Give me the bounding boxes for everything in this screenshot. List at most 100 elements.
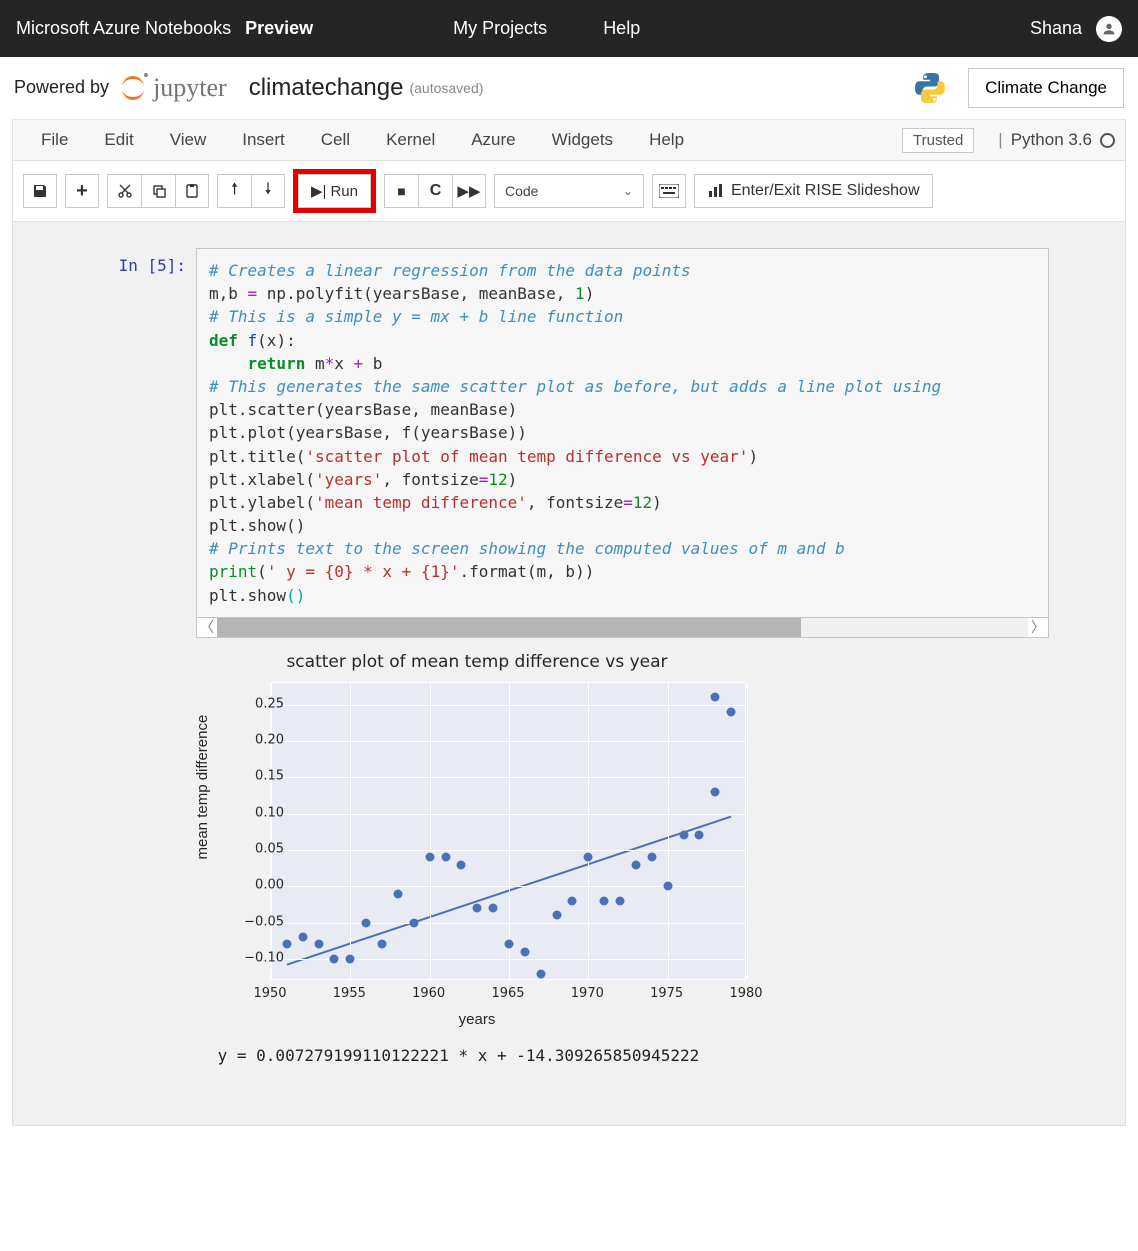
autosaved-label: (autosaved): [409, 80, 483, 96]
rise-slideshow-button[interactable]: Enter/Exit RISE Slideshow: [694, 174, 933, 208]
data-point: [505, 940, 514, 949]
run-button-highlight: ▶| Run: [293, 169, 376, 213]
xtick-label: 1950: [253, 986, 286, 1001]
menu-view[interactable]: View: [152, 130, 225, 150]
xtick-label: 1960: [412, 986, 445, 1001]
scroll-left-icon[interactable]: 〈: [197, 617, 217, 637]
cell-prompt: In [5]:: [101, 248, 196, 638]
code-hscrollbar[interactable]: 〈 〉: [196, 618, 1049, 638]
data-point: [314, 940, 323, 949]
user-area[interactable]: Shana: [1030, 16, 1122, 42]
chart-title: scatter plot of mean temp difference vs …: [196, 652, 758, 672]
data-point: [282, 940, 291, 949]
jupyter-text: jupyter: [153, 73, 227, 103]
data-point: [600, 896, 609, 905]
xtick-label: 1955: [333, 986, 366, 1001]
kernel-select-button[interactable]: Climate Change: [968, 68, 1124, 108]
rise-label: Enter/Exit RISE Slideshow: [731, 182, 920, 200]
data-point: [346, 955, 355, 964]
data-point: [520, 947, 529, 956]
scroll-right-icon[interactable]: 〉: [1028, 617, 1048, 637]
data-point: [473, 904, 482, 913]
trusted-badge[interactable]: Trusted: [902, 128, 974, 153]
data-point: [616, 896, 625, 905]
kernel-name-label: Python 3.6: [1011, 130, 1092, 150]
preview-label: Preview: [245, 18, 313, 39]
plot-area: [270, 682, 746, 980]
chart-xlabel: years: [196, 1011, 758, 1028]
ytick-label: 0.20: [255, 732, 284, 747]
restart-button[interactable]: C: [418, 174, 452, 208]
paste-button[interactable]: [175, 174, 209, 208]
azure-nav: My Projects Help: [453, 18, 640, 39]
menu-insert[interactable]: Insert: [224, 130, 303, 150]
toolbar: + 🠕 🠗 ▶| Run ■ C ▶▶ Code ⌄ Enter/Exit RI…: [12, 161, 1126, 222]
cell-type-select[interactable]: Code ⌄: [494, 174, 644, 208]
interrupt-button[interactable]: ■: [384, 174, 418, 208]
command-palette-button[interactable]: [652, 174, 686, 208]
notebook-name[interactable]: climatechange: [249, 74, 404, 102]
ytick-label: −0.10: [244, 951, 284, 966]
notebook-area: In [5]: # Creates a linear regression fr…: [12, 222, 1126, 1126]
cut-button[interactable]: [107, 174, 141, 208]
menu-edit[interactable]: Edit: [86, 130, 151, 150]
data-point: [362, 918, 371, 927]
data-point: [552, 911, 561, 920]
xtick-label: 1965: [491, 986, 524, 1001]
save-button[interactable]: [23, 174, 57, 208]
data-point: [441, 853, 450, 862]
data-point: [330, 955, 339, 964]
data-point: [409, 918, 418, 927]
code-cell[interactable]: In [5]: # Creates a linear regression fr…: [101, 248, 1049, 638]
ytick-label: 0.10: [255, 805, 284, 820]
menubar: File Edit View Insert Cell Kernel Azure …: [12, 119, 1126, 161]
move-down-button[interactable]: 🠗: [251, 174, 285, 208]
chart-ylabel: mean temp difference: [194, 715, 211, 860]
data-point: [584, 853, 593, 862]
cell-type-label: Code: [505, 183, 538, 199]
run-button[interactable]: ▶| Run: [298, 174, 371, 208]
xtick-label: 1975: [650, 986, 683, 1001]
data-point: [568, 896, 577, 905]
run-icon: ▶|: [311, 182, 326, 200]
username-label: Shana: [1030, 18, 1082, 39]
data-point: [679, 831, 688, 840]
brand-label: Microsoft Azure Notebooks: [16, 18, 231, 39]
menu-cell[interactable]: Cell: [303, 130, 368, 150]
data-point: [711, 787, 720, 796]
data-point: [378, 940, 387, 949]
menu-file[interactable]: File: [23, 130, 86, 150]
data-point: [393, 889, 402, 898]
nav-help[interactable]: Help: [603, 18, 640, 39]
add-cell-button[interactable]: +: [65, 174, 99, 208]
data-point: [727, 707, 736, 716]
menu-widgets[interactable]: Widgets: [534, 130, 631, 150]
move-up-button[interactable]: 🠕: [217, 174, 251, 208]
menu-help[interactable]: Help: [631, 130, 702, 150]
kernel-status-icon: [1100, 133, 1115, 148]
menu-kernel[interactable]: Kernel: [368, 130, 453, 150]
python-icon: [912, 70, 968, 106]
data-point: [663, 882, 672, 891]
avatar-icon[interactable]: [1096, 16, 1122, 42]
nav-my-projects[interactable]: My Projects: [453, 18, 547, 39]
run-label: Run: [330, 183, 358, 200]
code-input[interactable]: # Creates a linear regression from the d…: [196, 248, 1049, 618]
copy-button[interactable]: [141, 174, 175, 208]
scroll-thumb[interactable]: [217, 618, 801, 637]
data-point: [298, 933, 307, 942]
ytick-label: 0.00: [255, 878, 284, 893]
cell-output: scatter plot of mean temp difference vs …: [196, 648, 1049, 1065]
powered-by-label: Powered by: [14, 77, 109, 98]
ytick-label: −0.05: [244, 914, 284, 929]
jupyter-logo[interactable]: jupyter: [119, 73, 227, 103]
data-point: [631, 860, 640, 869]
data-point: [647, 853, 656, 862]
xtick-label: 1970: [571, 986, 604, 1001]
xtick-label: 1980: [729, 986, 762, 1001]
data-point: [489, 904, 498, 913]
ytick-label: 0.05: [255, 841, 284, 856]
ytick-label: 0.25: [255, 696, 284, 711]
restart-run-button[interactable]: ▶▶: [452, 174, 486, 208]
menu-azure[interactable]: Azure: [453, 130, 533, 150]
